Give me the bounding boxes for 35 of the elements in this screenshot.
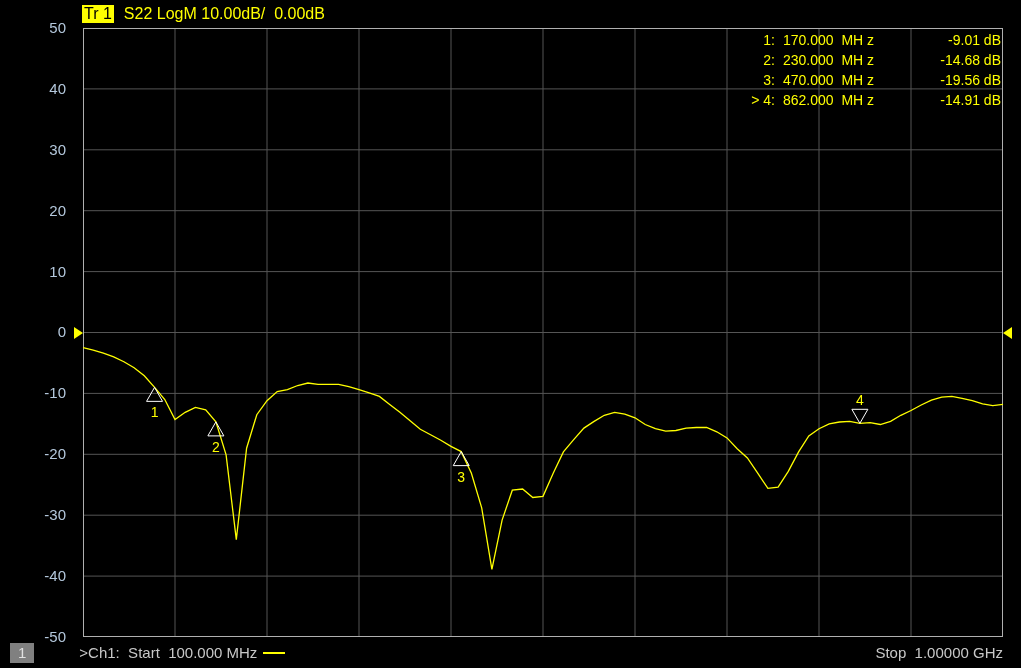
marker-value: -14.68 dB — [939, 51, 1001, 70]
y-axis-label: -40 — [44, 568, 66, 584]
stop-text: Stop 1.00000 GHz — [875, 644, 1003, 661]
marker-frequency: 862.000 MH z — [783, 91, 876, 110]
marker-value: -9.01 dB — [947, 31, 1001, 50]
y-axis-label: 30 — [49, 141, 66, 158]
channel-start-text: >Ch1: Start 100.000 MHz — [79, 644, 258, 661]
trace-badge: Tr 1 — [82, 5, 114, 23]
y-axis-label: 0 — [57, 324, 66, 341]
marker-value: -19.56 dB — [939, 71, 1001, 90]
marker-frequency: 470.000 MH z — [783, 71, 876, 90]
channel-badge: 1 — [10, 642, 35, 663]
y-axis-label: 20 — [49, 202, 66, 219]
marker-number: 1 — [150, 404, 159, 421]
y-axis-label: -20 — [44, 446, 66, 463]
marker-label: > 4: — [750, 91, 775, 110]
marker-label: 1: — [762, 31, 775, 50]
y-axis-label: -30 — [44, 507, 66, 524]
marker-number: 4 — [856, 392, 864, 409]
y-axis-label: 50 — [49, 20, 66, 36]
y-axis-label: -10 — [44, 385, 66, 402]
marker-number: 2 — [212, 438, 220, 455]
trace-legend-icon — [263, 651, 286, 654]
marker-number: 3 — [457, 468, 466, 485]
y-axis-label: 40 — [49, 80, 66, 97]
reference-level-icon — [1003, 326, 1012, 339]
y-axis-label: -50 — [44, 628, 66, 645]
marker-label: 3: — [762, 71, 775, 90]
marker-frequency: 170.000 MH z — [783, 31, 876, 50]
y-axis-label: 10 — [49, 263, 66, 280]
trace-settings: S22 LogM 10.00dB/ 0.00dB — [123, 5, 325, 23]
marker-value: -14.91 dB — [939, 91, 1001, 110]
reference-level-icon — [74, 326, 83, 339]
marker-label: 2: — [762, 51, 775, 70]
marker-frequency: 230.000 MH z — [783, 51, 876, 70]
